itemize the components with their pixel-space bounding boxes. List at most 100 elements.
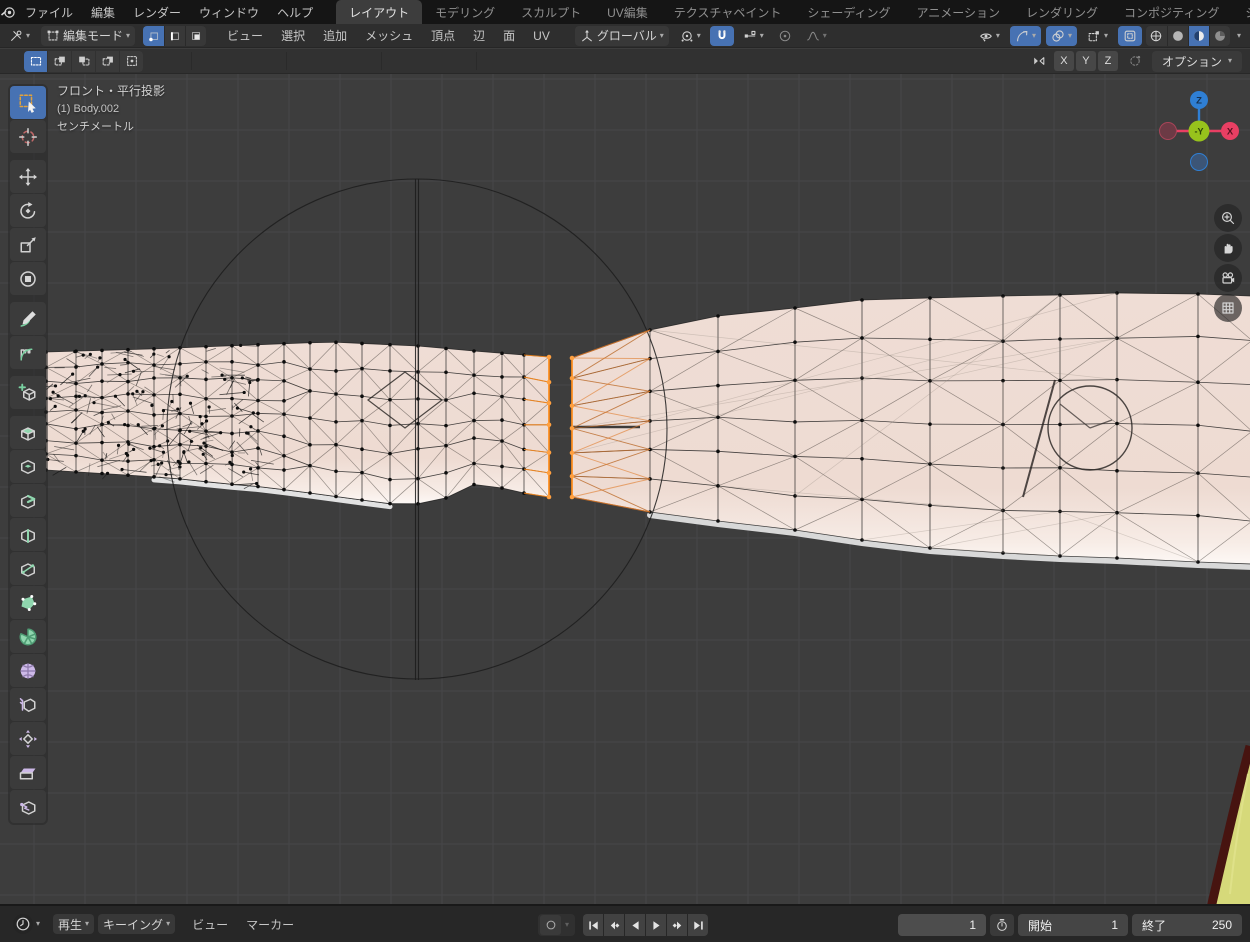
- proportional-editing-button[interactable]: [773, 26, 797, 46]
- workspace-tab-レンダリング[interactable]: レンダリング: [1013, 0, 1111, 24]
- shading-solid-button[interactable]: [1167, 26, 1188, 46]
- mirror-axis-x-button[interactable]: X: [1054, 51, 1074, 71]
- viewport-menu-頂点[interactable]: 頂点: [422, 27, 464, 44]
- tool-smooth-button[interactable]: [10, 654, 46, 687]
- tool-knife-button[interactable]: [10, 552, 46, 585]
- workspace-tab-アニメーション[interactable]: アニメーション: [904, 0, 1014, 24]
- pan-hand-button[interactable]: [1214, 234, 1242, 262]
- tool-edge-slide-button[interactable]: [10, 688, 46, 721]
- tool-measure-button[interactable]: [10, 336, 46, 369]
- select-extend-button[interactable]: [48, 51, 71, 72]
- topbar-menu-ファイル[interactable]: ファイル: [16, 0, 82, 24]
- tool-add-cube-button[interactable]: [10, 376, 46, 409]
- pivot-point-button[interactable]: ▾: [675, 26, 706, 46]
- tool-bevel-button[interactable]: [10, 484, 46, 517]
- stopwatch-icon[interactable]: [990, 914, 1014, 936]
- topbar-menu-ウィンドウ[interactable]: ウィンドウ: [190, 0, 268, 24]
- workspace-tab-スカルプト[interactable]: スカルプト: [508, 0, 594, 24]
- tool-transform-button[interactable]: [10, 262, 46, 295]
- workspace-tab-レイアウト[interactable]: レイアウト: [336, 0, 422, 24]
- topbar-menu-ヘルプ[interactable]: ヘルプ: [268, 0, 322, 24]
- mirror-axis-y-button[interactable]: Y: [1076, 51, 1096, 71]
- workspace-tab-シェーディング[interactable]: シェーディング: [794, 0, 903, 24]
- blender-logo-icon[interactable]: [0, 0, 16, 24]
- shading-wireframe-button[interactable]: [1146, 26, 1167, 46]
- current-frame-field[interactable]: 1: [898, 914, 986, 936]
- tool-scale-button[interactable]: [10, 228, 46, 261]
- playback-dropdown[interactable]: 再生 ▾: [53, 914, 94, 934]
- tool-poly-build-button[interactable]: [10, 586, 46, 619]
- timeline-menu-マーカー[interactable]: マーカー: [237, 916, 303, 933]
- xray-options-button[interactable]: ▾: [1082, 26, 1113, 46]
- select-subtract-button[interactable]: [72, 51, 95, 72]
- select-new-button[interactable]: [24, 51, 47, 72]
- workspace-tab-ジオメトリノード[interactable]: ジオメトリノード: [1232, 0, 1250, 24]
- proportional-falloff-button[interactable]: ▾: [801, 26, 832, 46]
- show-overlays-button[interactable]: ▾: [1046, 26, 1077, 46]
- tool-loop-cut-button[interactable]: [10, 518, 46, 551]
- viewport-menu-面[interactable]: 面: [494, 27, 524, 44]
- snap-target-button[interactable]: ▾: [738, 26, 769, 46]
- transform-orientation-dropdown[interactable]: グローバル ▾: [575, 26, 669, 46]
- mirror-axes-icon[interactable]: [1032, 54, 1046, 68]
- select-intersect-button[interactable]: [120, 51, 143, 72]
- viewport-menu-UV[interactable]: UV: [524, 27, 559, 44]
- workspace-tab-UV編集[interactable]: UV編集: [594, 0, 661, 24]
- camera-view-button[interactable]: [1214, 264, 1242, 292]
- play-reverse-button[interactable]: [625, 914, 645, 936]
- timeline-menu-ビュー[interactable]: ビュー: [183, 916, 237, 933]
- face-select-button[interactable]: [185, 26, 206, 46]
- tool-inset-faces-button[interactable]: [10, 450, 46, 483]
- topbar-menu-レンダー[interactable]: レンダー: [124, 0, 190, 24]
- viewport-3d[interactable]: フロント・平行投影 (1) Body.002 センチメートル ZX-Y: [0, 74, 1250, 904]
- timeline-editor-type-selector[interactable]: ▾: [8, 914, 45, 934]
- play-button[interactable]: [646, 914, 666, 936]
- show-gizmo-button[interactable]: ▾: [1010, 26, 1041, 46]
- viewport-header: ▾ 編集モード ▾ ビュー選択追加メッシュ頂点辺面UV グローバル ▾ ▾▾▾ …: [0, 24, 1250, 48]
- viewport-menu-追加[interactable]: 追加: [314, 27, 356, 44]
- tool-extrude-region-button[interactable]: [10, 416, 46, 449]
- shading-rendered-button[interactable]: [1209, 26, 1230, 46]
- topbar-menu-編集[interactable]: 編集: [82, 0, 124, 24]
- tool-annotate-button[interactable]: [10, 302, 46, 335]
- tool-spin-button[interactable]: [10, 620, 46, 653]
- options-dropdown[interactable]: オプション ▾: [1152, 51, 1242, 72]
- navigation-gizmo[interactable]: ZX-Y: [1156, 88, 1242, 174]
- edge-select-button[interactable]: [164, 26, 185, 46]
- start-frame-field[interactable]: 開始 1: [1018, 914, 1128, 936]
- proportional-connected-icon[interactable]: [1128, 54, 1142, 68]
- viewport-menu-選択[interactable]: 選択: [272, 27, 314, 44]
- workspace-tab-モデリング[interactable]: モデリング: [422, 0, 508, 24]
- prev-keyframe-button[interactable]: [604, 914, 624, 936]
- jump-end-button[interactable]: [688, 914, 708, 936]
- mode-dropdown[interactable]: 編集モード ▾: [41, 26, 135, 46]
- tool-shrink-fatten-button[interactable]: [10, 722, 46, 755]
- workspace-tab-テクスチャペイント[interactable]: テクスチャペイント: [661, 0, 795, 24]
- toggle-xray-button[interactable]: [1118, 26, 1142, 46]
- keying-dropdown[interactable]: キーイング ▾: [98, 914, 175, 934]
- toggle-grid-ortho-button[interactable]: [1214, 294, 1242, 322]
- tool-rotate-button[interactable]: [10, 194, 46, 227]
- auto-key-icon[interactable]: [540, 915, 561, 935]
- tool-rip-region-button[interactable]: [10, 790, 46, 823]
- end-frame-field[interactable]: 終了 250: [1132, 914, 1242, 936]
- shading-material-button[interactable]: [1188, 26, 1209, 46]
- workspace-tab-コンポジティング[interactable]: コンポジティング: [1111, 0, 1232, 24]
- jump-start-button[interactable]: [583, 914, 603, 936]
- zoom-in-button[interactable]: [1214, 204, 1242, 232]
- viewport-menu-メッシュ[interactable]: メッシュ: [356, 27, 422, 44]
- editor-type-selector[interactable]: ▾: [4, 26, 35, 46]
- shading-dropdown[interactable]: ▾: [1232, 26, 1246, 46]
- select-invert-button[interactable]: [96, 51, 119, 72]
- viewport-menu-辺[interactable]: 辺: [464, 27, 494, 44]
- viewport-menu-ビュー[interactable]: ビュー: [218, 27, 272, 44]
- tool-cursor-3d-button[interactable]: [10, 120, 46, 153]
- tool-select-box-button[interactable]: [10, 86, 46, 119]
- mirror-axis-z-button[interactable]: Z: [1098, 51, 1118, 71]
- tool-shear-button[interactable]: [10, 756, 46, 789]
- snap-magnet-button[interactable]: [710, 26, 734, 46]
- tool-move-button[interactable]: [10, 160, 46, 193]
- next-keyframe-button[interactable]: [667, 914, 687, 936]
- view-object-types-button[interactable]: ▾: [974, 26, 1005, 46]
- vertex-select-button[interactable]: [143, 26, 164, 46]
